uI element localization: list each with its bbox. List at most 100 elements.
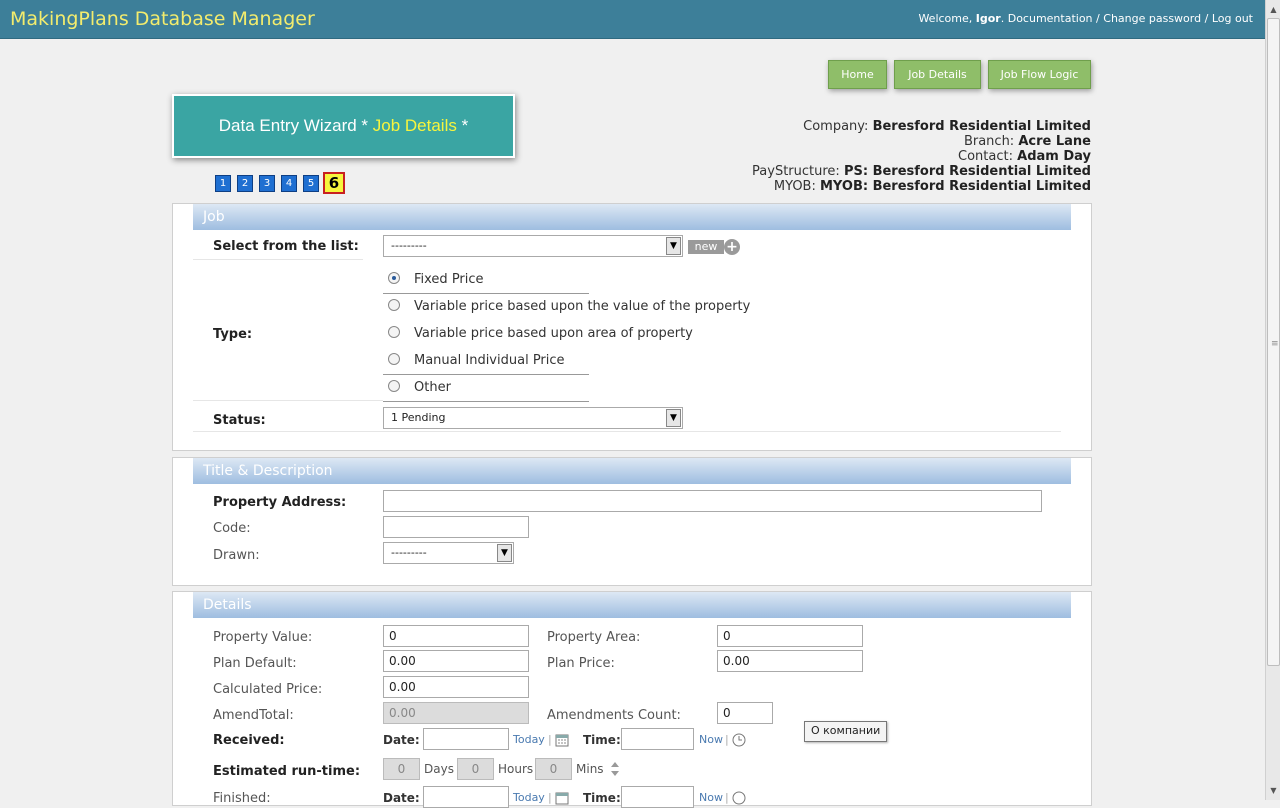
separator: | bbox=[548, 791, 552, 804]
radio-variable-value[interactable]: Variable price based upon the value of t… bbox=[383, 294, 750, 321]
radio-icon[interactable] bbox=[388, 326, 400, 338]
plan-default-label: Plan Default: bbox=[213, 656, 297, 671]
finished-today-link[interactable]: Today bbox=[513, 791, 545, 804]
step-5[interactable]: 5 bbox=[303, 175, 319, 192]
runtime-days-input[interactable]: 0 bbox=[383, 758, 420, 780]
step-1[interactable]: 1 bbox=[215, 175, 231, 192]
wizard-title-suffix: * bbox=[461, 116, 469, 135]
radio-icon[interactable] bbox=[388, 380, 400, 392]
calendar-icon[interactable] bbox=[555, 791, 569, 805]
company-value: Beresford Residential Limited bbox=[872, 119, 1091, 134]
job-panel: Job Select from the list: --------- ▼ ne… bbox=[172, 203, 1092, 451]
user-name: Igor bbox=[975, 12, 1001, 25]
job-select-value: --------- bbox=[391, 239, 427, 252]
step-4[interactable]: 4 bbox=[281, 175, 297, 192]
myob-value: MYOB: Beresford Residential Limited bbox=[820, 179, 1091, 194]
app-title: MakingPlans Database Manager bbox=[10, 8, 315, 30]
finished-label: Finished: bbox=[213, 791, 271, 806]
title-section-header: Title & Description bbox=[193, 458, 1071, 484]
page-scrollbar[interactable]: ▲ ≡ ▼ bbox=[1265, 0, 1280, 800]
radio-manual-price[interactable]: Manual Individual Price bbox=[383, 348, 589, 375]
calculated-price-label: Calculated Price: bbox=[213, 682, 323, 697]
contact-label: Contact: bbox=[958, 149, 1013, 164]
plan-price-input[interactable]: 0.00 bbox=[717, 650, 863, 672]
received-now-link[interactable]: Now bbox=[699, 733, 723, 746]
paystructure-value: PS: Beresford Residential Limited bbox=[843, 164, 1091, 179]
step-3[interactable]: 3 bbox=[259, 175, 275, 192]
radio-other[interactable]: Other bbox=[383, 375, 589, 402]
finished-now-link[interactable]: Now bbox=[699, 791, 723, 804]
property-address-input[interactable] bbox=[383, 490, 1042, 512]
radio-fixed-price[interactable]: Fixed Price bbox=[383, 267, 589, 294]
code-input[interactable] bbox=[383, 516, 529, 538]
documentation-link[interactable]: Documentation bbox=[1008, 12, 1093, 25]
radio-label: Variable price based upon the value of t… bbox=[414, 299, 751, 314]
property-value-input[interactable]: 0 bbox=[383, 625, 529, 647]
property-address-label: Property Address: bbox=[213, 495, 347, 510]
welcome-text: Welcome, bbox=[918, 12, 973, 25]
details-section-header: Details bbox=[193, 592, 1071, 618]
hours-label: Hours bbox=[498, 762, 534, 776]
runtime-hours-input[interactable]: 0 bbox=[457, 758, 494, 780]
job-section-header: Job bbox=[193, 204, 1071, 230]
finished-time-input[interactable] bbox=[621, 786, 694, 808]
scroll-down-icon[interactable]: ▼ bbox=[1267, 783, 1280, 798]
paystructure-label: PayStructure: bbox=[752, 164, 840, 179]
wizard-title-highlight: Job Details bbox=[372, 116, 457, 135]
stepper-arrows-icon[interactable] bbox=[608, 759, 622, 779]
step-2[interactable]: 2 bbox=[237, 175, 253, 192]
status-select[interactable]: 1 Pending ▼ bbox=[383, 407, 683, 429]
received-time-input[interactable] bbox=[621, 728, 694, 750]
amendments-count-label: Amendments Count: bbox=[547, 708, 681, 723]
scrollbar-thumb[interactable]: ≡ bbox=[1267, 18, 1280, 666]
new-job-button[interactable]: new bbox=[688, 240, 724, 254]
top-nav: Welcome, Igor. Documentation / Change pa… bbox=[918, 12, 1253, 25]
runtime-mins-input[interactable]: 0 bbox=[535, 758, 572, 780]
separator: | bbox=[725, 791, 729, 804]
job-flow-logic-button[interactable]: Job Flow Logic bbox=[988, 60, 1091, 89]
amendments-count-input[interactable]: 0 bbox=[717, 702, 773, 724]
company-info: Company: Beresford Residential Limited B… bbox=[752, 119, 1091, 194]
property-area-input[interactable]: 0 bbox=[717, 625, 863, 647]
clock-icon[interactable] bbox=[732, 733, 746, 747]
finished-date-input[interactable] bbox=[423, 786, 509, 808]
job-details-button[interactable]: Job Details bbox=[894, 60, 981, 89]
clock-icon[interactable] bbox=[732, 791, 746, 805]
property-value-label: Property Value: bbox=[213, 630, 313, 645]
contact-value: Adam Day bbox=[1017, 149, 1091, 164]
job-select[interactable]: --------- ▼ bbox=[383, 235, 683, 257]
step-6-current[interactable]: 6 bbox=[323, 172, 345, 194]
company-label: Company: bbox=[803, 119, 869, 134]
scroll-up-icon[interactable]: ▲ bbox=[1267, 2, 1280, 17]
radio-selected-icon[interactable] bbox=[388, 272, 400, 284]
divider bbox=[193, 400, 383, 401]
chevron-down-icon: ▼ bbox=[666, 237, 681, 255]
change-password-link[interactable]: Change password bbox=[1103, 12, 1201, 25]
log-out-link[interactable]: Log out bbox=[1212, 12, 1253, 25]
calendar-icon[interactable] bbox=[555, 733, 569, 747]
wizard-title-prefix: Data Entry Wizard * bbox=[218, 116, 369, 135]
home-button[interactable]: Home bbox=[828, 60, 887, 89]
received-today-link[interactable]: Today bbox=[513, 733, 545, 746]
radio-label: Manual Individual Price bbox=[414, 353, 565, 368]
nav-separator: / bbox=[1096, 12, 1100, 25]
plus-icon[interactable]: + bbox=[724, 239, 740, 255]
radio-label: Fixed Price bbox=[414, 272, 484, 287]
nav-separator: / bbox=[1204, 12, 1209, 25]
plan-default-input[interactable]: 0.00 bbox=[383, 650, 529, 672]
calculated-price-input[interactable]: 0.00 bbox=[383, 676, 529, 698]
radio-label: Other bbox=[414, 380, 451, 395]
separator: | bbox=[548, 733, 552, 746]
plan-price-label: Plan Price: bbox=[547, 656, 615, 671]
radio-icon[interactable] bbox=[388, 353, 400, 365]
radio-icon[interactable] bbox=[388, 299, 400, 311]
drawn-select[interactable]: --------- ▼ bbox=[383, 542, 514, 564]
title-description-panel: Title & Description Property Address: Co… bbox=[172, 457, 1092, 586]
received-date-input[interactable] bbox=[423, 728, 509, 750]
wizard-title-box: Data Entry Wizard * Job Details * bbox=[172, 94, 515, 158]
radio-variable-area[interactable]: Variable price based upon area of proper… bbox=[383, 321, 693, 348]
select-list-label: Select from the list: bbox=[213, 239, 359, 254]
status-select-value: 1 Pending bbox=[391, 411, 446, 424]
type-label: Type: bbox=[213, 327, 253, 342]
finished-date-label: Date: bbox=[383, 791, 420, 805]
